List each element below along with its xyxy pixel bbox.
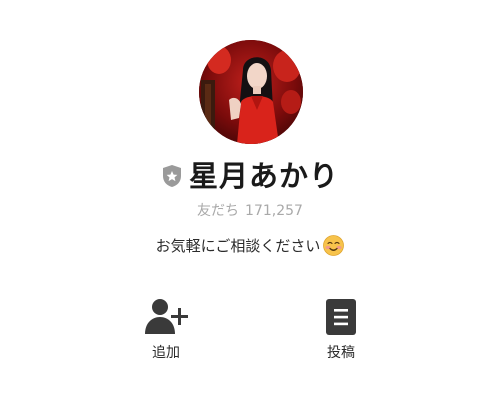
status-message-row: お気軽にご相談ください bbox=[0, 232, 500, 258]
friends-label: 友だち bbox=[197, 203, 240, 219]
friends-count-row: 友だち 171,257 bbox=[0, 200, 500, 222]
post-document-icon bbox=[319, 296, 363, 338]
avatar-photo bbox=[199, 40, 303, 144]
add-friend-button[interactable]: 追加 bbox=[121, 296, 211, 366]
add-friend-icon bbox=[144, 296, 188, 338]
profile-name-row: 星月あかり bbox=[0, 156, 500, 196]
post-button[interactable]: 投稿 bbox=[296, 296, 386, 366]
add-friend-label: 追加 bbox=[152, 345, 180, 361]
profile-avatar[interactable] bbox=[199, 40, 303, 144]
shield-star-icon bbox=[161, 164, 183, 188]
profile-card: 星月あかり 友だち 171,257 お気軽にご相談ください 追加 投稿 bbox=[0, 0, 500, 403]
smiling-face-with-blush-emoji bbox=[323, 234, 345, 256]
post-label: 投稿 bbox=[327, 345, 355, 361]
status-message: お気軽にご相談ください bbox=[155, 236, 321, 255]
profile-name: 星月あかり bbox=[188, 159, 339, 193]
friends-count: 171,257 bbox=[245, 203, 303, 219]
